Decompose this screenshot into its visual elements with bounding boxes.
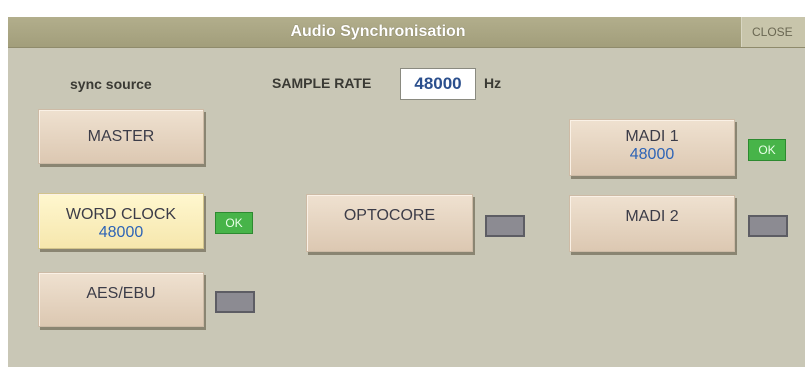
aes-ebu-button[interactable]: AES/EBU	[38, 272, 204, 327]
madi1-button[interactable]: MADI 1 48000	[569, 119, 735, 176]
word-clock-rate: 48000	[98, 224, 144, 241]
madi1-label: MADI 1	[625, 128, 679, 145]
aes-ebu-status-led	[215, 291, 255, 313]
close-button[interactable]: CLOSE	[741, 17, 805, 47]
madi1-rate: 48000	[629, 146, 675, 163]
word-clock-label: WORD CLOCK	[65, 206, 177, 223]
sample-rate-value: 48000	[400, 68, 476, 100]
madi2-label: MADI 2	[625, 208, 679, 225]
madi1-ok-indicator: OK	[748, 139, 786, 161]
madi2-status-led	[748, 215, 788, 237]
master-button[interactable]: MASTER	[38, 109, 204, 164]
window-title: Audio Synchronisation	[290, 23, 466, 40]
madi2-button[interactable]: MADI 2	[569, 195, 735, 252]
optocore-button[interactable]: OPTOCORE	[306, 194, 473, 252]
word-clock-ok-indicator: OK	[215, 212, 253, 234]
aes-ebu-label: AES/EBU	[86, 285, 156, 302]
sample-rate-label: SAMPLE RATE	[272, 75, 372, 91]
sample-rate-unit: Hz	[484, 75, 502, 91]
audio-sync-panel: Audio Synchronisation CLOSE sync source …	[8, 17, 805, 367]
optocore-status-led	[485, 215, 525, 237]
title-bar: Audio Synchronisation CLOSE	[8, 17, 805, 48]
word-clock-button[interactable]: WORD CLOCK 48000	[38, 193, 204, 249]
master-label: MASTER	[87, 128, 155, 145]
optocore-label: OPTOCORE	[343, 207, 436, 224]
sync-source-label: sync source	[70, 76, 152, 92]
